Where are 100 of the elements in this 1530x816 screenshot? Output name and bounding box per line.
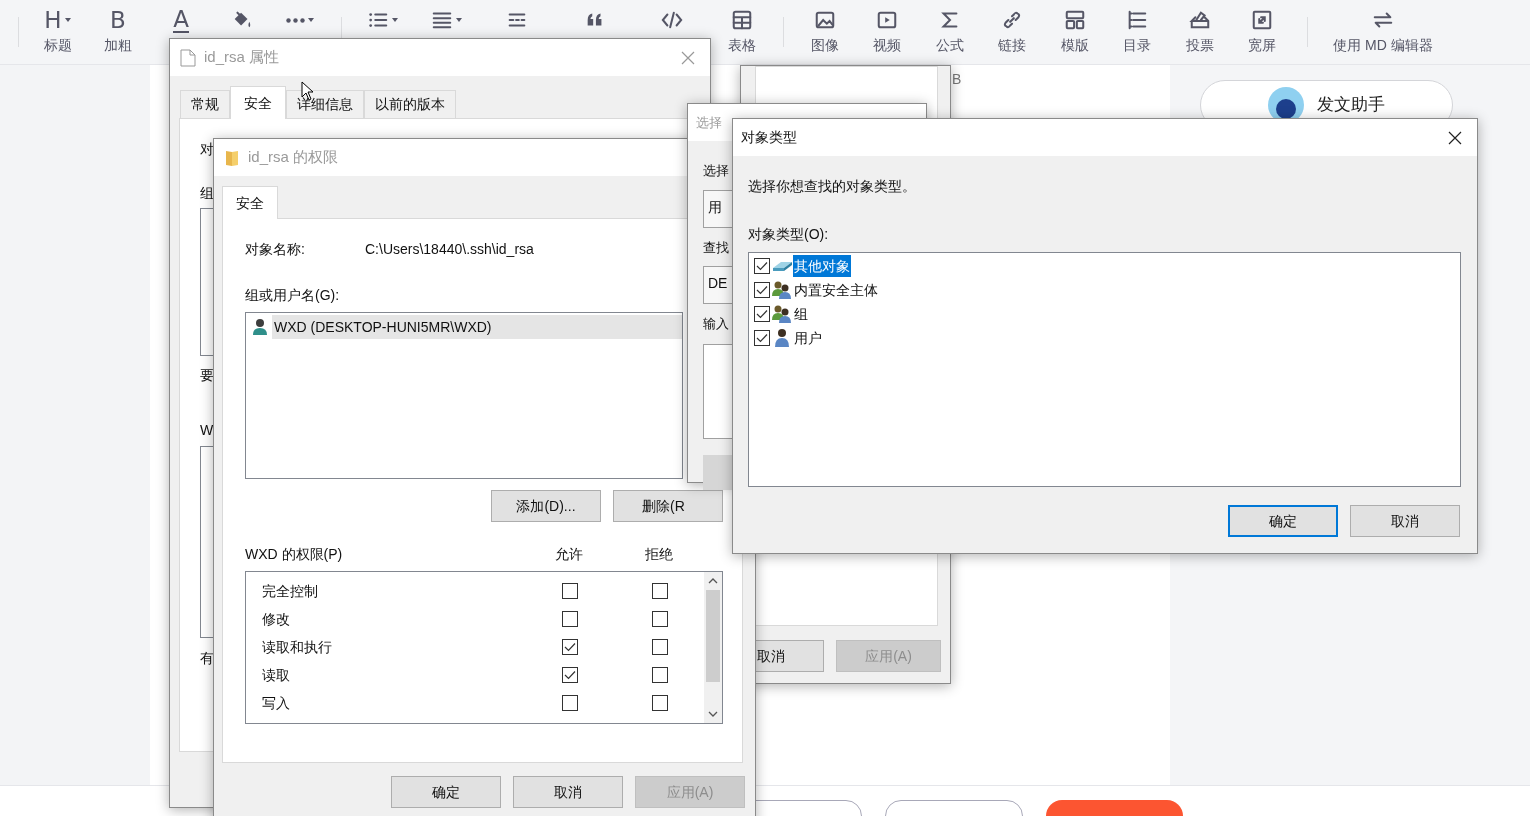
toolbar-button[interactable]: 图像 xyxy=(795,0,855,55)
permission-name: 读取和执行 xyxy=(261,637,333,657)
people-icon xyxy=(772,304,792,324)
permission-name: 修改 xyxy=(261,609,291,629)
toolbar-button[interactable]: 视频 xyxy=(857,0,917,55)
checkbox[interactable] xyxy=(754,306,770,322)
window-title: 选择 xyxy=(696,113,722,132)
label-text: 对象类型(O): xyxy=(748,225,829,244)
toolbar-button[interactable]: 使用 MD 编辑器 xyxy=(1323,0,1443,55)
permission-name: 完全控制 xyxy=(261,581,319,601)
close-icon xyxy=(1448,130,1462,145)
video-icon xyxy=(876,9,898,31)
toolbar-button[interactable]: 链接 xyxy=(982,0,1042,55)
toolbar-button[interactable]: H 标题 xyxy=(28,0,88,55)
dialog-button[interactable]: 确定 xyxy=(1228,505,1338,537)
checkbox[interactable] xyxy=(754,330,770,346)
link-icon xyxy=(1001,9,1023,31)
checkbox[interactable] xyxy=(562,667,578,683)
tab[interactable]: 安全 xyxy=(222,186,278,219)
check-icon xyxy=(756,333,768,343)
list-item[interactable]: 内置安全主体 xyxy=(793,279,879,301)
user-list[interactable]: WXD (DESKTOP-HUNI5MR\WXD) xyxy=(245,312,683,479)
label-text: 输入 xyxy=(703,315,729,333)
caret-icon xyxy=(63,17,72,23)
permission-name: 读取 xyxy=(261,665,291,685)
label-text: 组 xyxy=(200,184,214,203)
caret-icon xyxy=(455,17,463,23)
editor-text: B xyxy=(952,70,962,89)
label-text: 要 xyxy=(200,366,214,385)
check-icon xyxy=(756,309,768,319)
tab[interactable]: 详细信息 xyxy=(286,90,364,118)
list-item[interactable]: WXD (DESKTOP-HUNI5MR\WXD) xyxy=(272,315,682,339)
list-item[interactable]: 其他对象 xyxy=(793,255,851,277)
permission-name: 写入 xyxy=(261,693,291,713)
table-icon xyxy=(731,9,753,31)
checkbox[interactable] xyxy=(754,282,770,298)
list-item[interactable]: 组 xyxy=(793,303,809,325)
checkbox[interactable] xyxy=(754,258,770,274)
label-text: WXD 的权限(P) xyxy=(245,545,344,564)
checkbox[interactable] xyxy=(562,639,578,655)
label-text: 对象名称: xyxy=(245,240,306,259)
checkbox[interactable] xyxy=(652,583,668,599)
scrollbar-thumb[interactable] xyxy=(706,590,720,682)
label-text: W xyxy=(200,421,214,440)
glyph-text: B xyxy=(110,8,126,32)
caret-icon xyxy=(391,17,399,23)
dialog-button[interactable]: 取消 xyxy=(1350,505,1460,537)
person-icon xyxy=(772,328,792,348)
glyph-text: A xyxy=(173,7,189,33)
toolbar-button[interactable]: 投票 xyxy=(1170,0,1230,55)
toolbar-button[interactable]: 公式 xyxy=(920,0,980,55)
dialog-button[interactable]: 删除(R xyxy=(613,490,723,522)
label-text: 组或用户名(G): xyxy=(245,286,340,305)
object-name-text: C:\Users\18440\.ssh\id_rsa xyxy=(365,240,534,259)
caret-icon xyxy=(306,17,315,23)
layout-icon xyxy=(1064,9,1086,31)
people-icon xyxy=(772,280,792,300)
check-icon xyxy=(564,670,576,680)
scrollbar[interactable] xyxy=(704,572,722,723)
label-text: 选择 xyxy=(703,162,729,180)
label-text: 对 xyxy=(200,140,214,159)
column-header: 拒绝 xyxy=(644,545,674,564)
checkbox[interactable] xyxy=(652,695,668,711)
toolbar-button[interactable]: A xyxy=(151,0,211,32)
toolbar-button[interactable]: 目录 xyxy=(1107,0,1167,55)
toolbar-button[interactable]: B 加粗 xyxy=(88,0,148,55)
prompt-text: 选择你想查找的对象类型。 xyxy=(748,177,916,196)
check-icon xyxy=(756,285,768,295)
more-icon xyxy=(285,17,305,23)
toolbar-button[interactable]: 宽屏 xyxy=(1232,0,1292,55)
ballot-box-icon xyxy=(1189,9,1211,31)
glyph-text: H xyxy=(44,8,62,32)
image-icon xyxy=(814,9,836,31)
tab[interactable]: 以前的版本 xyxy=(364,90,456,118)
close-button[interactable] xyxy=(1447,129,1463,146)
person-icon xyxy=(252,318,268,336)
label-text: 有 xyxy=(200,649,214,668)
label-text: 查找 xyxy=(703,238,729,257)
checkbox[interactable] xyxy=(652,611,668,627)
tab[interactable]: 安全 xyxy=(230,86,286,119)
column-header: 允许 xyxy=(554,545,584,564)
checkbox[interactable] xyxy=(562,583,578,599)
checkbox[interactable] xyxy=(562,695,578,711)
checkbox[interactable] xyxy=(652,667,668,683)
window-title: id_rsa 属性 xyxy=(204,47,280,68)
close-icon xyxy=(681,50,695,65)
dialog-button[interactable]: 确定 xyxy=(391,776,501,808)
tab[interactable]: 常规 xyxy=(180,90,230,118)
check-icon xyxy=(756,261,768,271)
toolbar-button[interactable]: 模版 xyxy=(1045,0,1105,55)
window-title: id_rsa 的权限 xyxy=(248,147,339,168)
expand-icon xyxy=(1251,9,1273,31)
dialog-button[interactable]: 添加(D)... xyxy=(491,490,601,522)
toolbar-button[interactable]: 表格 xyxy=(712,0,772,55)
dialog-button[interactable]: 取消 xyxy=(513,776,623,808)
checkbox[interactable] xyxy=(562,611,578,627)
list-item[interactable]: 用户 xyxy=(793,327,823,349)
checkbox[interactable] xyxy=(652,639,668,655)
check-icon xyxy=(564,642,576,652)
code-icon xyxy=(661,9,683,31)
